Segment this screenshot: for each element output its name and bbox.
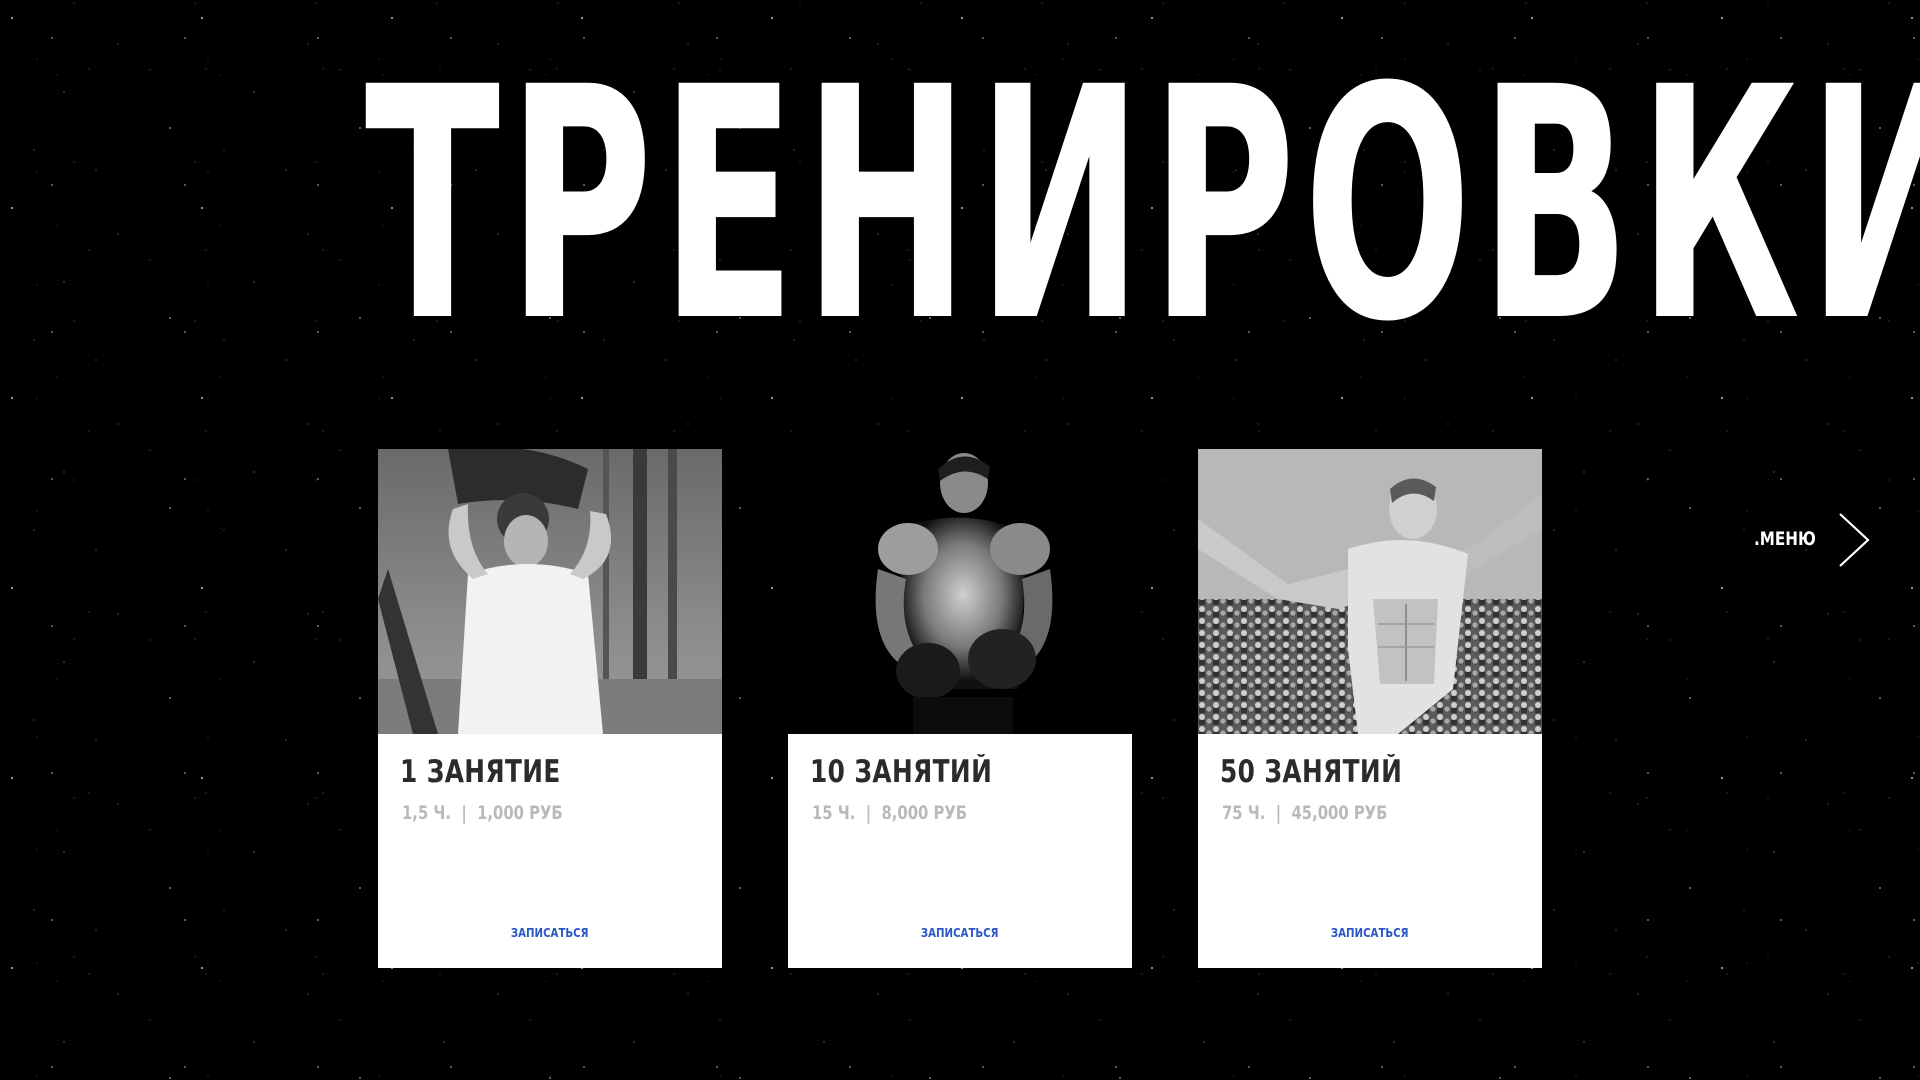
signup-button-label: ЗАПИСАТЬСЯ: [511, 926, 589, 940]
plan-card-body: 50 ЗАНЯТИЙ 75 Ч. | 45,000 РУБ ЗАПИСАТЬСЯ: [1198, 734, 1542, 968]
plan-title: 1 ЗАНЯТИЕ: [400, 754, 561, 790]
plan-duration: 15 Ч.: [812, 802, 856, 824]
man-carrying-sandbag-photo: [378, 449, 722, 734]
plans-list: 1 ЗАНЯТИЕ 1,5 Ч. | 1,000 РУБ ЗАПИСАТЬСЯ: [378, 449, 1543, 968]
plan-details: 15 Ч. | 8,000 РУБ: [812, 802, 967, 824]
plan-title: 50 ЗАНЯТИЙ: [1220, 754, 1403, 790]
bodybuilder-posing-photo: [1198, 449, 1542, 734]
plan-details: 1,5 Ч. | 1,000 РУБ: [402, 802, 563, 824]
plan-price: 8,000 РУБ: [881, 802, 968, 824]
chevron-right-icon: [1839, 513, 1870, 567]
plan-card-body: 1 ЗАНЯТИЕ 1,5 Ч. | 1,000 РУБ ЗАПИСАТЬСЯ: [378, 734, 722, 968]
plan-card-50: 50 ЗАНЯТИЙ 75 Ч. | 45,000 РУБ ЗАПИСАТЬСЯ: [1198, 449, 1542, 968]
plan-separator: |: [865, 802, 872, 824]
page-title: ТРЕНИРОВКИ: [364, 20, 1920, 392]
plan-details: 75 Ч. | 45,000 РУБ: [1222, 802, 1387, 824]
plan-title: 10 ЗАНЯТИЙ: [810, 754, 993, 790]
plan-duration: 75 Ч.: [1222, 802, 1266, 824]
plan-price: 1,000 РУБ: [477, 802, 563, 824]
plan-separator: |: [1275, 802, 1282, 824]
plan-card-10: 10 ЗАНЯТИЙ 15 Ч. | 8,000 РУБ ЗАПИСАТЬСЯ: [788, 449, 1132, 968]
menu-label: .МЕНЮ: [1754, 528, 1816, 550]
signup-button-label: ЗАПИСАТЬСЯ: [921, 926, 999, 940]
menu-button[interactable]: .МЕНЮ: [1754, 512, 1884, 568]
signup-button[interactable]: ЗАПИСАТЬСЯ: [378, 926, 722, 940]
signup-button-label: ЗАПИСАТЬСЯ: [1331, 926, 1409, 940]
signup-button[interactable]: ЗАПИСАТЬСЯ: [788, 926, 1132, 940]
plan-card-body: 10 ЗАНЯТИЙ 15 Ч. | 8,000 РУБ ЗАПИСАТЬСЯ: [788, 734, 1132, 968]
plan-price: 45,000 РУБ: [1291, 802, 1388, 824]
boxer-with-gloves-photo: [788, 449, 1132, 734]
plan-separator: |: [461, 802, 467, 824]
signup-button[interactable]: ЗАПИСАТЬСЯ: [1198, 926, 1542, 940]
plan-duration: 1,5 Ч.: [402, 802, 452, 824]
plan-card-1: 1 ЗАНЯТИЕ 1,5 Ч. | 1,000 РУБ ЗАПИСАТЬСЯ: [378, 449, 722, 968]
